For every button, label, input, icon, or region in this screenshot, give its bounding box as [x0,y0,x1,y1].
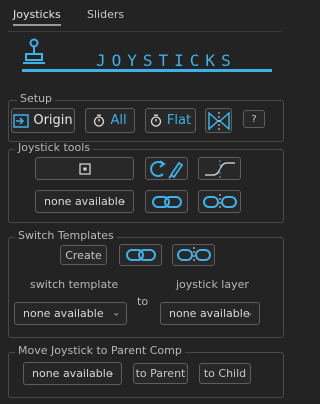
unlink-button[interactable] [172,244,215,266]
link-button[interactable] [119,244,162,266]
dropdown-value: none available [169,307,250,320]
dropdown-value: none available [32,367,113,380]
link-icon [151,194,183,210]
help-button[interactable]: ? [243,110,265,128]
to-parent-button[interactable]: to Parent [133,363,188,384]
unlink-icon [176,247,212,263]
create-button[interactable]: Create [60,245,107,265]
chevron-down-icon: ⌄ [107,368,115,378]
flat-label: Flat [166,113,192,128]
switch-template-dropdown[interactable]: none available ⌄ [14,302,127,325]
curve-button[interactable] [198,157,241,180]
refresh-pick-icon [149,159,185,179]
center-point-button[interactable] [35,157,134,180]
unlink-button[interactable] [198,190,241,213]
joystick-tools-dropdown[interactable]: none available ⌄ [35,190,134,213]
switch-templates-title: Switch Templates [15,230,117,242]
all-label: All [110,113,127,128]
chevron-down-icon: ⌄ [119,196,127,206]
move-joystick-dropdown[interactable]: none available ⌄ [23,362,122,385]
page-title: JOYSTICKS [96,51,237,70]
header-underline [22,69,272,72]
tab-divider [8,31,282,32]
joystick-layer-dropdown[interactable]: none available ⌄ [160,302,260,325]
dropdown-value: none available [23,307,104,320]
origin-label: Origin [33,113,73,128]
flat-button[interactable]: Flat [145,108,196,133]
to-child-button[interactable]: to Child [199,363,251,384]
timer-icon [93,114,105,127]
joystick-layer-label: joystick layer [176,278,249,291]
chevron-down-icon: ⌄ [112,308,120,318]
setup-title: Setup [17,93,56,105]
link-icon [125,247,157,263]
origin-icon [13,113,30,128]
to-label: to [137,295,149,308]
to-child-label: to Child [203,367,247,380]
move-joystick-title: Move Joystick to Parent Comp [15,345,185,357]
to-parent-label: to Parent [135,367,186,380]
create-label: Create [65,248,102,262]
all-button[interactable]: All [85,108,135,133]
dropdown-value: none available [44,195,125,208]
joystick-logo-icon [22,38,46,68]
switch-template-label: switch template [30,278,119,291]
unlink-icon [202,193,238,210]
curve-icon [203,159,237,178]
chevron-down-icon: ⌄ [245,308,253,318]
help-label: ? [251,113,257,125]
timer-icon [150,114,162,127]
center-point-icon [78,162,91,175]
mirror-button[interactable] [205,108,232,133]
tab-joysticks[interactable]: Joysticks [13,8,61,26]
joystick-tools-title: Joystick tools [15,142,94,154]
refresh-pick-button[interactable] [145,157,188,180]
origin-button[interactable]: Origin [11,108,75,133]
link-button[interactable] [145,190,188,213]
tab-sliders[interactable]: Sliders [87,8,124,21]
mirror-icon [207,111,230,130]
